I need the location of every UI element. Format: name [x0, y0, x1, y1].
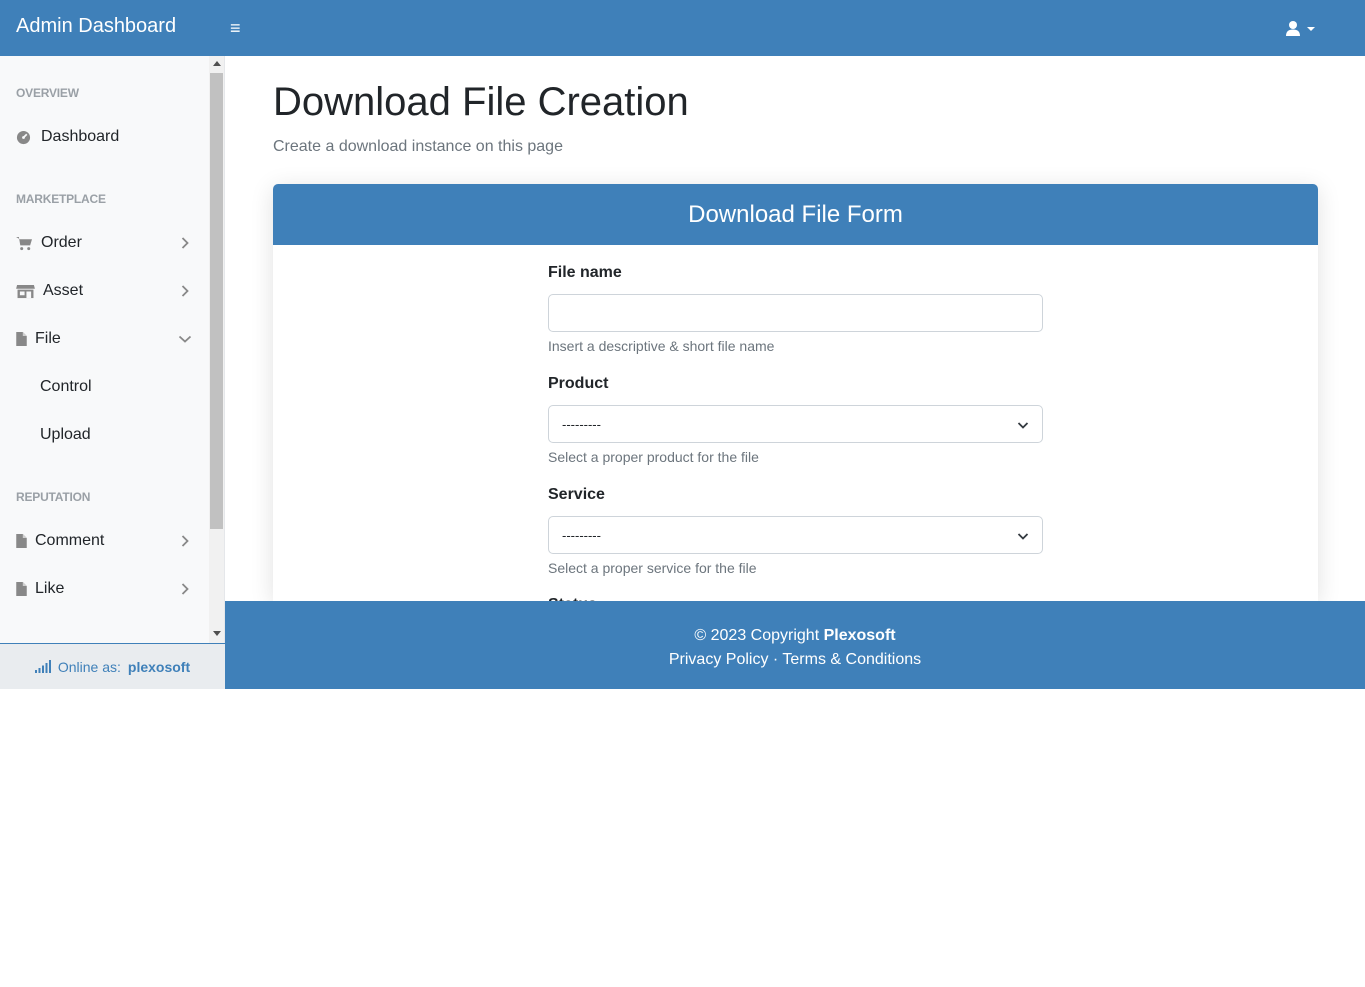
sidebar-item-comment[interactable]: Comment [0, 521, 209, 561]
service-select[interactable]: --------- [548, 516, 1043, 554]
card-title: Download File Form [688, 200, 903, 228]
sidebar-footer: Online as: plexosoft [0, 643, 225, 689]
privacy-policy-link[interactable]: Privacy Policy [669, 651, 769, 668]
dashboard-icon [16, 130, 34, 145]
service-selected-value: --------- [562, 527, 601, 543]
service-label: Service [548, 486, 605, 503]
download-file-form-card: Download File Form File name Insert a de… [273, 184, 1318, 601]
cart-icon [16, 236, 34, 251]
chevron-right-icon [181, 583, 189, 595]
chevron-right-icon [181, 285, 189, 297]
chevron-down-icon [178, 335, 192, 343]
copyright-line: © 2023 Copyright Plexosoft [225, 627, 1365, 645]
top-navbar: Admin Dashboard ≡ [0, 0, 1365, 56]
sidebar-item-label: File [35, 330, 61, 347]
file-icon [16, 332, 28, 346]
caret-down-icon [1307, 27, 1315, 31]
sidebar-item-label: Asset [43, 282, 84, 299]
online-as-label: Online as: [57, 658, 121, 675]
hamburger-icon: ≡ [230, 18, 241, 38]
file-icon [16, 534, 28, 548]
sidebar-item-file[interactable]: File [0, 319, 209, 359]
page-subtitle: Create a download instance on this page [273, 138, 563, 155]
company-name: Plexosoft [823, 627, 896, 644]
chevron-down-icon [1017, 533, 1029, 540]
user-icon [1286, 20, 1300, 36]
sidebar-heading-reputation: REPUTATION [16, 490, 91, 504]
scroll-up-arrow-icon[interactable] [213, 61, 221, 66]
product-help: Select a proper product for the file [548, 449, 759, 465]
copyright-text: © 2023 Copyright [694, 627, 820, 644]
sidebar-item-order[interactable]: Order [0, 223, 209, 263]
product-select[interactable]: --------- [548, 405, 1043, 443]
sidebar: OVERVIEW Dashboard MARKETPLACE Order Ass… [0, 56, 225, 689]
sidebar-heading-marketplace: MARKETPLACE [16, 192, 106, 206]
page-footer: © 2023 Copyright Plexosoft Privacy Polic… [225, 601, 1365, 689]
page-title: Download File Creation [273, 80, 689, 124]
chevron-right-icon [181, 535, 189, 547]
service-help: Select a proper service for the file [548, 560, 757, 576]
file-name-input[interactable] [548, 294, 1043, 332]
footer-links: Privacy Policy · Terms & Conditions [225, 651, 1365, 669]
sidebar-scrollbar[interactable] [209, 56, 224, 643]
sidebar-menu: OVERVIEW Dashboard MARKETPLACE Order Ass… [0, 56, 209, 643]
signal-icon [34, 660, 51, 673]
sidebar-item-label: Like [35, 580, 65, 597]
file-name-help: Insert a descriptive & short file name [548, 338, 775, 354]
sidebar-item-label: Dashboard [41, 128, 120, 145]
user-menu-button[interactable] [1285, 16, 1325, 40]
sidebar-item-label: Order [41, 234, 82, 251]
sidebar-subitem-control[interactable]: Control [0, 367, 209, 407]
file-name-label: File name [548, 264, 622, 281]
sidebar-toggle-button[interactable]: ≡ [230, 16, 250, 40]
scroll-down-arrow-icon[interactable] [213, 631, 221, 636]
sidebar-item-asset[interactable]: Asset [0, 271, 209, 311]
sidebar-item-like[interactable]: Like [0, 569, 209, 609]
chevron-down-icon [1017, 422, 1029, 429]
terms-conditions-link[interactable]: Terms & Conditions [782, 651, 921, 668]
file-icon [16, 582, 28, 596]
product-label: Product [548, 375, 609, 392]
brand-title[interactable]: Admin Dashboard [16, 15, 176, 38]
product-selected-value: --------- [562, 416, 601, 432]
sidebar-item-label: Comment [35, 532, 105, 549]
card-header: Download File Form [273, 184, 1318, 245]
store-icon [16, 284, 36, 299]
sidebar-heading-overview: OVERVIEW [16, 86, 79, 100]
chevron-right-icon [181, 237, 189, 249]
footer-separator: · [772, 651, 779, 668]
sidebar-item-dashboard[interactable]: Dashboard [0, 117, 209, 157]
scrollbar-thumb[interactable] [210, 73, 223, 529]
online-username: plexosoft [127, 658, 191, 675]
sidebar-subitem-upload[interactable]: Upload [0, 415, 209, 455]
